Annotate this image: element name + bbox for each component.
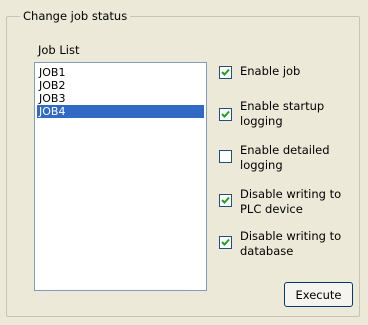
list-item[interactable]: JOB1 [37, 66, 204, 79]
checkmark-icon [221, 68, 230, 76]
enable-job-option[interactable]: Enable job [219, 64, 300, 79]
group-title: Change job status [20, 9, 131, 23]
job-listbox[interactable]: JOB1 JOB2 JOB3 JOB4 [34, 62, 207, 291]
disable-writing-plc-option[interactable]: Disable writing to PLC device [219, 187, 341, 217]
disable-writing-plc-label: Disable writing to PLC device [240, 187, 342, 216]
disable-writing-database-label: Disable writing to database [240, 229, 342, 258]
enable-detailed-logging-option[interactable]: Enable detailed logging [219, 143, 330, 173]
enable-startup-logging-label: Enable startup logging [240, 99, 325, 128]
enable-detailed-logging-checkbox[interactable] [219, 150, 232, 163]
checkmark-icon [221, 238, 230, 246]
list-item[interactable]: JOB2 [37, 79, 204, 92]
enable-startup-logging-checkbox[interactable] [219, 108, 232, 121]
checkmark-icon [221, 196, 230, 204]
disable-writing-plc-checkbox[interactable] [219, 194, 232, 207]
disable-writing-database-checkbox[interactable] [219, 236, 232, 249]
job-list-label: Job List [38, 43, 80, 57]
list-item[interactable]: JOB3 [37, 92, 204, 105]
list-item[interactable]: JOB4 [37, 105, 204, 118]
enable-detailed-logging-label: Enable detailed logging [240, 143, 330, 172]
enable-job-checkbox[interactable] [219, 66, 232, 79]
checkmark-icon [221, 110, 230, 118]
disable-writing-database-option[interactable]: Disable writing to database [219, 229, 341, 259]
enable-startup-logging-option[interactable]: Enable startup logging [219, 99, 324, 129]
execute-button[interactable]: Execute [284, 282, 353, 307]
enable-job-label: Enable job [240, 64, 301, 78]
